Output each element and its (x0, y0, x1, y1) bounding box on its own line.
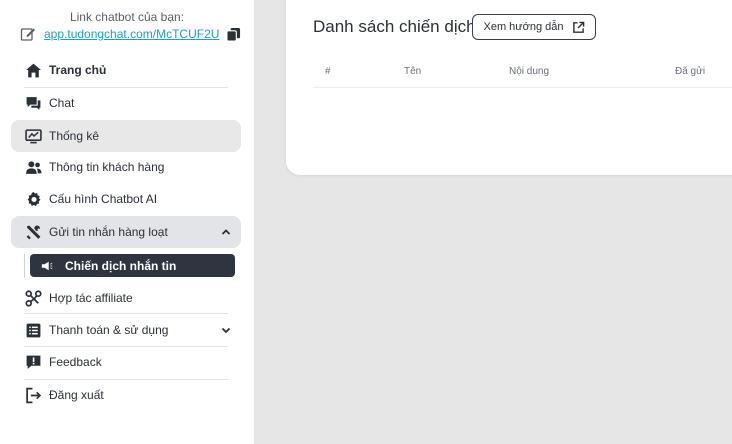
chevron-up-icon (221, 229, 231, 235)
chart-monitor-icon (24, 127, 42, 145)
sidebar-item-logout[interactable]: Đăng xuất (11, 379, 241, 411)
sidebar-item-chat[interactable]: Chat (11, 87, 241, 119)
gear-icon (24, 190, 42, 208)
sidebar-item-label: Chat (49, 96, 75, 110)
external-link-icon (572, 21, 584, 33)
feedback-icon (24, 353, 42, 371)
chevron-down-icon (221, 327, 231, 334)
home-icon (24, 61, 42, 79)
sidebar-item-label: Thông tin khách hàng (49, 160, 165, 174)
sidebar-item-chatbot-config[interactable]: Cấu hình Chatbot AI (11, 183, 241, 215)
sidebar-item-home[interactable]: Trang chủ (11, 54, 241, 86)
sidebar-item-customers[interactable]: Thông tin khách hàng (11, 151, 241, 183)
tools-icon (24, 223, 42, 241)
sidebar: Link chatbot của bạn: app.tudongchat.com… (0, 0, 254, 444)
column-header-index[interactable]: # (325, 66, 331, 77)
page-title: Danh sách chiến dịch (313, 17, 476, 36)
sidebar-item-label: Hợp tác affiliate (49, 291, 133, 305)
chatbot-link-url[interactable]: app.tudongchat.com/McTCUF2U (44, 27, 219, 41)
column-header-sent[interactable]: Đã gửi (675, 66, 705, 77)
column-header-name[interactable]: Tên (404, 66, 421, 77)
copy-icon[interactable] (226, 27, 241, 42)
sidebar-item-statistics[interactable]: Thống kê (11, 120, 241, 152)
submenu-item-campaigns[interactable]: Chiến dịch nhắn tin (30, 254, 235, 277)
list-icon (24, 321, 42, 339)
column-header-content[interactable]: Nội dung (509, 66, 549, 77)
sidebar-item-label: Gửi tin nhắn hàng loạt (49, 225, 168, 239)
chat-icon (24, 94, 42, 112)
submenu-item-label: Chiến dịch nhắn tin (65, 258, 177, 273)
sidebar-item-bulk-messaging[interactable]: Gửi tin nhắn hàng loạt (11, 216, 241, 248)
sidebar-item-label: Trang chủ (49, 63, 107, 77)
sidebar-item-label: Thanh toán & sử dụng (49, 323, 169, 337)
chatbot-link-caption: Link chatbot của bạn: (69, 10, 185, 24)
sidebar-item-label: Đăng xuất (49, 388, 104, 402)
edit-icon[interactable] (20, 26, 36, 42)
sidebar-item-affiliate[interactable]: Hợp tác affiliate (11, 282, 241, 314)
affiliate-icon (24, 289, 42, 307)
chatbot-link-row: app.tudongchat.com/McTCUF2U (20, 26, 241, 42)
chatbot-link-block: Link chatbot của bạn: app.tudongchat.com… (0, 0, 254, 48)
users-icon (24, 158, 42, 176)
megaphone-icon (41, 259, 55, 273)
submenu-rail (24, 254, 25, 278)
view-guide-label: Xem hướng dẫn (483, 21, 564, 33)
logout-icon (24, 386, 42, 404)
campaign-table-header: # Tên Nội dung Đã gửi (313, 60, 732, 88)
sidebar-item-billing[interactable]: Thanh toán & sử dụng (11, 314, 241, 346)
view-guide-button[interactable]: Xem hướng dẫn (472, 14, 596, 40)
sidebar-item-label: Feedback (49, 355, 102, 369)
sidebar-item-label: Cấu hình Chatbot AI (49, 192, 158, 206)
sidebar-item-label: Thống kê (49, 129, 100, 143)
sidebar-item-feedback[interactable]: Feedback (11, 346, 241, 378)
